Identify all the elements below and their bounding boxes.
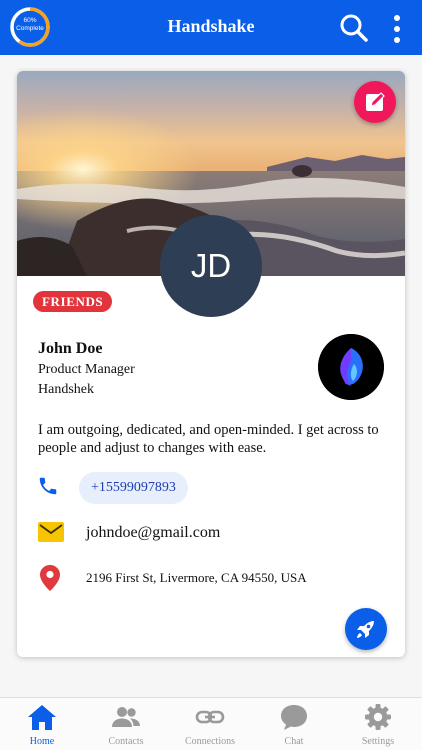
home-icon — [28, 705, 56, 730]
location-pin-icon[interactable] — [40, 565, 60, 591]
company-name: Handshek — [38, 382, 94, 397]
nav-settings[interactable]: Settings — [336, 698, 420, 750]
edit-icon — [366, 92, 385, 111]
contact-name: John Doe — [38, 340, 103, 357]
more-vertical-icon[interactable] — [388, 13, 406, 45]
phone-icon[interactable] — [37, 475, 59, 497]
chat-icon — [281, 705, 307, 730]
phone-number-link[interactable]: +15599097893 — [79, 472, 188, 504]
search-icon[interactable] — [339, 13, 369, 43]
contacts-icon — [112, 707, 140, 727]
rocket-icon — [357, 621, 374, 638]
launch-action-button[interactable] — [345, 608, 387, 650]
nav-settings-label: Settings — [361, 736, 395, 747]
job-title: Product Manager — [38, 362, 135, 377]
relationship-badge: FRIENDS — [33, 291, 113, 312]
company-logo — [318, 334, 384, 400]
edit-profile-button[interactable] — [354, 81, 396, 123]
nav-connections-label: Connections — [185, 736, 235, 747]
street-address[interactable]: 2196 First St, Livermore, CA 94550, USA — [86, 570, 307, 586]
email-address[interactable]: johndoe@gmail.com — [86, 524, 220, 542]
nav-home-label: Home — [29, 736, 55, 747]
avatar[interactable]: JD — [160, 215, 262, 317]
bio-text: I am outgoing, dedicated, and open-minde… — [38, 422, 379, 456]
nav-home[interactable]: Home — [0, 698, 84, 750]
link-icon — [195, 710, 225, 724]
nav-chat[interactable]: Chat — [252, 698, 336, 750]
app-bar: 60% Complete Handshake — [0, 0, 422, 55]
gear-icon — [365, 704, 391, 730]
profile-card: JD FRIENDS John Doe Product Manager Hand… — [17, 71, 405, 657]
nav-chat-label: Chat — [284, 736, 304, 747]
nav-connections[interactable]: Connections — [168, 698, 252, 750]
nav-contacts-label: Contacts — [108, 736, 144, 747]
mail-icon[interactable] — [38, 521, 64, 543]
nav-contacts[interactable]: Contacts — [84, 698, 168, 750]
bottom-navigation: Home Contacts Connections Chat Settings — [0, 697, 422, 750]
